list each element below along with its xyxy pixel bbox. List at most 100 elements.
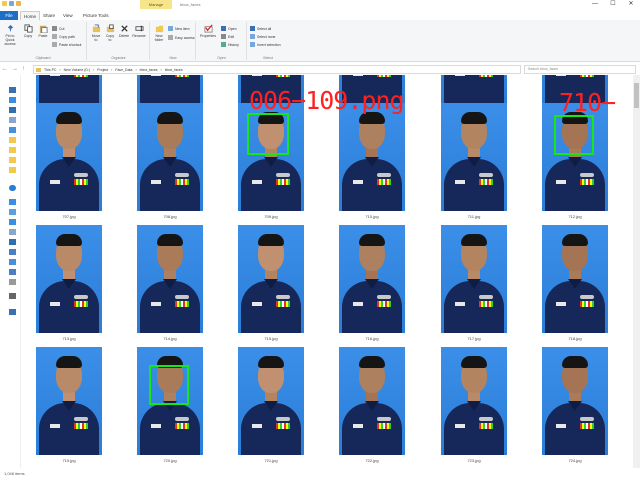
maximize-button[interactable]: ☐ [604, 0, 622, 9]
properties-button[interactable]: Properties [199, 24, 217, 38]
open-button[interactable]: Open [221, 26, 237, 31]
paste-button[interactable]: Paste [36, 24, 50, 38]
folder-icon[interactable] [9, 157, 16, 163]
back-arrow-icon[interactable]: ← [2, 66, 8, 72]
file-thumbnail[interactable]: 721.jpg [238, 347, 316, 465]
delete-icon [120, 25, 128, 32]
pin-button[interactable]: Pin to Quick access [2, 24, 18, 46]
breadcrumb-item[interactable]: bbox_faces [165, 68, 183, 72]
file-thumbnail[interactable]: 710.jpg [339, 103, 417, 221]
tab-share[interactable]: Share [40, 11, 58, 20]
folder-icon[interactable] [9, 137, 16, 143]
file-thumbnail[interactable]: 711.jpg [441, 103, 519, 221]
delete-button[interactable]: Delete [118, 24, 130, 38]
edit-button[interactable]: Edit [221, 34, 234, 39]
select-none-button[interactable]: Select none [250, 34, 276, 39]
file-name: 721.jpg [264, 458, 278, 463]
file-thumbnail[interactable]: 713.jpg [36, 225, 114, 343]
move-to-button[interactable]: Move to [90, 24, 102, 42]
breadcrumb-item[interactable]: This PC [44, 68, 56, 72]
invert-selection-icon [250, 42, 255, 47]
clipboard-group: Pin to Quick access Copy Paste Cut Copy … [0, 22, 87, 60]
select-all-button[interactable]: Select all [250, 26, 271, 31]
videos-icon[interactable] [9, 269, 16, 275]
file-thumbnail[interactable]: 717.jpg [441, 225, 519, 343]
network-icon[interactable] [9, 309, 16, 315]
downloads-icon[interactable] [9, 107, 16, 113]
search-input[interactable]: Search bbox_faces [524, 65, 636, 74]
tab-view[interactable]: View [60, 11, 76, 20]
file-thumbnail[interactable]: 718.jpg [542, 225, 620, 343]
paste-icon [39, 25, 48, 33]
tab-home[interactable]: Home [20, 11, 41, 20]
folder-icon[interactable] [9, 147, 16, 153]
history-button[interactable]: History [221, 42, 239, 47]
shortcut-icon [52, 42, 57, 47]
pictures-icon[interactable] [9, 127, 16, 133]
file-thumbnail[interactable]: 715.jpg [238, 225, 316, 343]
minimize-button[interactable]: — [586, 0, 604, 9]
file-grid: 701.jpg702.jpg703.jpg704.jpg705.jpg706.j… [22, 75, 633, 468]
manage-context-tab[interactable]: Manage [140, 0, 172, 9]
easy-access-icon [168, 35, 173, 40]
breadcrumb-item[interactable]: bbox_faces [140, 68, 158, 72]
address-bar[interactable]: This PC › New Volume (D:) › Project › Face_… [33, 65, 521, 74]
pictures-icon[interactable] [9, 259, 16, 265]
paste-shortcut-button[interactable]: Paste shortcut [52, 42, 81, 47]
copy-path-button[interactable]: Copy path [52, 34, 75, 39]
forward-arrow-icon[interactable]: → [12, 66, 18, 72]
breadcrumb-item[interactable]: New Volume (D:) [64, 68, 90, 72]
drive-icon[interactable] [9, 279, 16, 285]
tab-file[interactable]: File [0, 11, 18, 20]
music-icon[interactable] [9, 249, 16, 255]
new-folder-button[interactable]: New folder [153, 24, 165, 42]
file-thumbnail[interactable]: 714.jpg [137, 225, 215, 343]
easy-access-button[interactable]: Easy access [168, 35, 195, 40]
drive-icon[interactable] [9, 293, 16, 299]
onedrive-icon[interactable] [9, 185, 16, 191]
vertical-scrollbar[interactable] [633, 75, 640, 468]
documents-icon[interactable] [9, 117, 16, 123]
folder-icon[interactable] [9, 167, 16, 173]
new-item-icon [168, 26, 173, 31]
up-arrow-icon[interactable]: ↑ [22, 66, 25, 72]
copy-to-button[interactable]: Copy to [104, 24, 116, 42]
file-name: 714.jpg [163, 336, 177, 341]
tab-picture-tools[interactable]: Picture Tools [80, 11, 112, 20]
file-name: 723.jpg [467, 458, 481, 463]
copy-button[interactable]: Copy [22, 24, 34, 38]
file-name: 710.jpg [365, 214, 379, 219]
desktop-icon[interactable] [9, 219, 16, 225]
file-thumbnail[interactable]: 724.jpg [542, 347, 620, 465]
file-thumbnail[interactable]: 722.jpg [339, 347, 417, 465]
invert-selection-button[interactable]: Invert selection [250, 42, 281, 47]
downloads-icon[interactable] [9, 239, 16, 245]
breadcrumb-item[interactable]: Face_Data [115, 68, 132, 72]
new-folder-icon[interactable] [16, 1, 21, 6]
folder-icon[interactable] [2, 1, 7, 6]
scrollbar-thumb[interactable] [634, 83, 639, 108]
file-thumbnail[interactable]: 708.jpg [137, 103, 215, 221]
file-thumbnail[interactable]: 723.jpg [441, 347, 519, 465]
documents-icon[interactable] [9, 229, 16, 235]
window-title: bbox_faces [180, 2, 201, 7]
rename-button[interactable]: Rename [132, 24, 146, 38]
breadcrumb-item[interactable]: Project [97, 68, 108, 72]
file-thumbnail[interactable]: 716.jpg [339, 225, 417, 343]
objects-icon[interactable] [9, 209, 16, 215]
select-group: Select all Select none Invert selection … [248, 22, 288, 60]
portrait-image [441, 225, 507, 333]
new-item-button[interactable]: New item [168, 26, 190, 31]
open-icon [221, 26, 226, 31]
properties-icon[interactable] [9, 1, 14, 6]
file-thumbnail[interactable]: 707.jpg [36, 103, 114, 221]
portrait-image [137, 75, 203, 103]
this-pc-icon[interactable] [9, 199, 16, 205]
close-button[interactable]: ✕ [622, 0, 640, 9]
quick-access-icon[interactable] [9, 87, 16, 93]
scissors-icon [52, 26, 57, 31]
nav-buttons: ← → ↑ [2, 66, 25, 72]
desktop-icon[interactable] [9, 97, 16, 103]
file-thumbnail[interactable]: 719.jpg [36, 347, 114, 465]
cut-button[interactable]: Cut [52, 26, 64, 31]
